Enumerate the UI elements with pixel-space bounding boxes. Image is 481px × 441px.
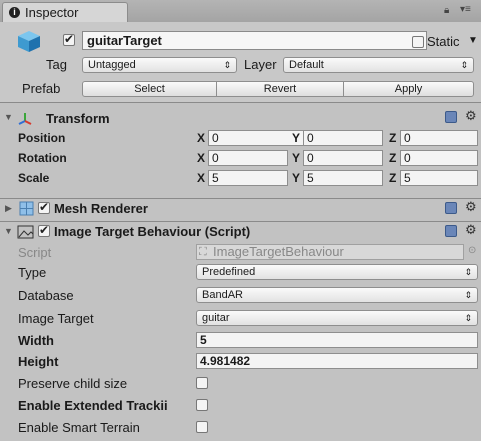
info-icon: i — [9, 7, 20, 18]
chevron-updown-icon: ⇕ — [223, 60, 231, 70]
static-dropdown-icon[interactable]: ▼ — [468, 35, 478, 46]
height-field[interactable]: 4.981482 — [196, 353, 478, 369]
width-label: Width — [18, 333, 54, 348]
chevron-updown-icon: ⇕ — [464, 290, 472, 300]
tab-inspector[interactable]: i Inspector — [2, 2, 128, 22]
script-field: ⛶ ImageTargetBehaviour — [196, 244, 464, 260]
smart-terrain-checkbox[interactable] — [196, 421, 208, 433]
tag-dropdown[interactable]: Untagged ⇕ — [82, 57, 237, 73]
layer-label: Layer — [244, 57, 277, 72]
image-target-label: Image Target — [18, 311, 94, 326]
gameobject-cube-icon — [16, 29, 42, 56]
mesh-renderer-enabled-checkbox[interactable] — [38, 200, 50, 214]
help-book-icon[interactable] — [445, 111, 457, 123]
rotation-z-field[interactable]: 0 — [400, 150, 478, 166]
mesh-renderer-title: Mesh Renderer — [54, 201, 148, 216]
image-target-header[interactable]: ▼ Image Target Behaviour (Script) ⚙ — [0, 221, 481, 241]
object-name-field[interactable]: guitarTarget — [82, 31, 427, 50]
mesh-renderer-header[interactable]: ▶ Mesh Renderer ⚙ — [0, 198, 481, 218]
fold-arrow-icon[interactable]: ▼ — [4, 112, 13, 122]
object-picker-icon[interactable]: ⊙ — [468, 245, 476, 256]
rotation-label: Rotation — [18, 151, 67, 165]
rotation-x-axis[interactable]: X — [197, 151, 205, 165]
scale-z-field[interactable]: 5 — [400, 170, 478, 186]
position-z-field[interactable]: 0 — [400, 130, 478, 146]
scale-label: Scale — [18, 171, 50, 185]
prefab-apply-button[interactable]: Apply — [343, 81, 474, 97]
position-y-axis[interactable]: Y — [292, 131, 300, 145]
prefab-select-button[interactable]: Select — [82, 81, 217, 97]
extended-tracking-label: Enable Extended Trackii — [18, 398, 168, 413]
extended-tracking-checkbox[interactable] — [196, 399, 208, 411]
smart-terrain-label: Enable Smart Terrain — [18, 420, 140, 435]
chevron-updown-icon: ⇕ — [464, 267, 472, 277]
scale-x-field[interactable]: 5 — [208, 170, 288, 186]
database-value: BandAR — [202, 289, 243, 301]
transform-axes-icon — [18, 113, 32, 125]
width-field[interactable]: 5 — [196, 332, 478, 348]
gear-icon[interactable]: ⚙ — [465, 199, 477, 215]
transform-header[interactable]: ▼ Transform ⚙ — [0, 108, 481, 128]
prefab-label: Prefab — [22, 81, 61, 96]
image-target-icon — [17, 225, 34, 239]
image-target-title: Image Target Behaviour (Script) — [54, 224, 251, 239]
script-file-icon: ⛶ — [199, 246, 207, 258]
chevron-updown-icon: ⇕ — [460, 60, 468, 70]
image-target-enabled-checkbox[interactable] — [38, 223, 50, 237]
position-z-axis[interactable]: Z — [389, 131, 396, 145]
tab-menu-icon[interactable]: ▾≡ — [460, 4, 471, 15]
chevron-updown-icon: ⇕ — [464, 313, 472, 323]
image-target-dropdown[interactable]: guitar ⇕ — [196, 310, 478, 326]
object-active-checkbox[interactable] — [63, 32, 75, 46]
tab-inspector-label: Inspector — [25, 5, 79, 20]
help-book-icon[interactable] — [445, 202, 457, 214]
position-y-field[interactable]: 0 — [303, 130, 383, 146]
scale-y-axis[interactable]: Y — [292, 171, 300, 185]
tag-value: Untagged — [88, 59, 136, 71]
script-label: Script — [18, 245, 52, 260]
type-label: Type — [18, 265, 47, 280]
gear-icon[interactable]: ⚙ — [465, 108, 477, 124]
scale-x-axis[interactable]: X — [197, 171, 205, 185]
fold-arrow-icon[interactable]: ▶ — [5, 203, 12, 214]
layer-value: Default — [289, 59, 324, 71]
type-dropdown[interactable]: Predefined ⇕ — [196, 264, 478, 280]
rotation-x-field[interactable]: 0 — [208, 150, 288, 166]
database-dropdown[interactable]: BandAR ⇕ — [196, 287, 478, 303]
script-value: ImageTargetBehaviour — [213, 244, 344, 259]
rotation-z-axis[interactable]: Z — [389, 151, 396, 165]
database-label: Database — [18, 288, 74, 303]
preserve-child-size-label: Preserve child size — [18, 376, 128, 391]
help-book-icon[interactable] — [445, 225, 457, 237]
position-label: Position — [18, 131, 66, 145]
scale-y-field[interactable]: 5 — [303, 170, 383, 186]
layer-dropdown[interactable]: Default ⇕ — [283, 57, 474, 73]
type-value: Predefined — [202, 266, 256, 278]
image-target-value: guitar — [202, 312, 230, 324]
gear-icon[interactable]: ⚙ — [465, 222, 477, 238]
tag-label: Tag — [46, 57, 67, 72]
static-checkbox[interactable] — [412, 36, 424, 48]
rotation-y-field[interactable]: 0 — [303, 150, 383, 166]
mesh-renderer-icon — [19, 201, 34, 216]
rotation-y-axis[interactable]: Y — [292, 151, 300, 165]
position-x-axis[interactable]: X — [197, 131, 205, 145]
transform-title: Transform — [46, 111, 110, 126]
height-label: Height — [18, 354, 59, 369]
scale-z-axis[interactable]: Z — [389, 171, 396, 185]
prefab-revert-button[interactable]: Revert — [216, 81, 344, 97]
fold-arrow-icon[interactable]: ▼ — [4, 226, 13, 236]
preserve-child-size-checkbox[interactable] — [196, 377, 208, 389]
static-label: Static — [427, 34, 460, 49]
lock-icon[interactable]: 🔒︎ — [444, 5, 449, 16]
